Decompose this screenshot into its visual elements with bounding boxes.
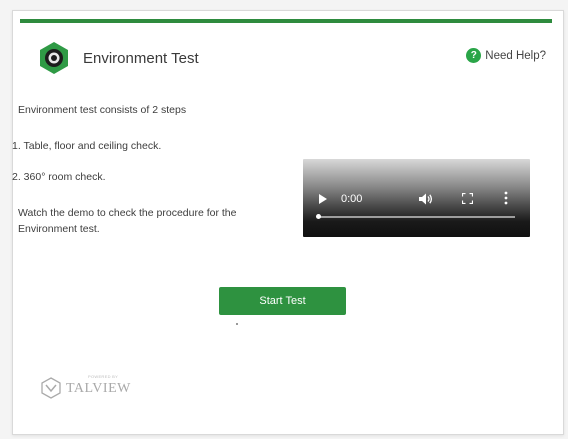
demo-instruction: Watch the demo to check the procedure fo…: [18, 207, 237, 236]
seek-thumb[interactable]: [316, 214, 321, 219]
logo-text: POWERED BY TALVIEW: [66, 374, 131, 397]
start-test-button[interactable]: Start Test: [219, 287, 346, 315]
need-help-label: Need Help?: [485, 49, 546, 62]
page-title: Environment Test: [83, 49, 199, 67]
webcam-hexagon-icon: [38, 41, 70, 75]
fullscreen-icon[interactable]: [461, 192, 474, 205]
question-circle-icon: ?: [466, 48, 482, 63]
volume-icon[interactable]: [418, 192, 434, 206]
play-icon[interactable]: [319, 194, 327, 204]
header: Environment Test: [38, 40, 199, 76]
step-item: 2. 360° room check.: [12, 171, 106, 183]
step-item: 1. Table, floor and ceiling check.: [12, 140, 162, 152]
demo-video-player[interactable]: 0:00: [303, 159, 530, 237]
powered-by-label: POWERED BY: [88, 374, 119, 379]
video-controls: 0:00: [303, 190, 530, 208]
video-time: 0:00: [341, 193, 363, 205]
header-accent-bar: [20, 19, 552, 23]
brand-name: TALVIEW: [66, 381, 131, 396]
talview-logo: POWERED BY TALVIEW: [40, 374, 131, 399]
intro-text: Environment test consists of 2 steps: [18, 104, 187, 116]
video-seekbar[interactable]: [316, 214, 515, 219]
more-vertical-icon[interactable]: [504, 191, 508, 205]
talview-logo-icon: [40, 377, 62, 399]
decorative-dot: [236, 323, 238, 325]
need-help-link[interactable]: ? Need Help?: [466, 48, 546, 63]
